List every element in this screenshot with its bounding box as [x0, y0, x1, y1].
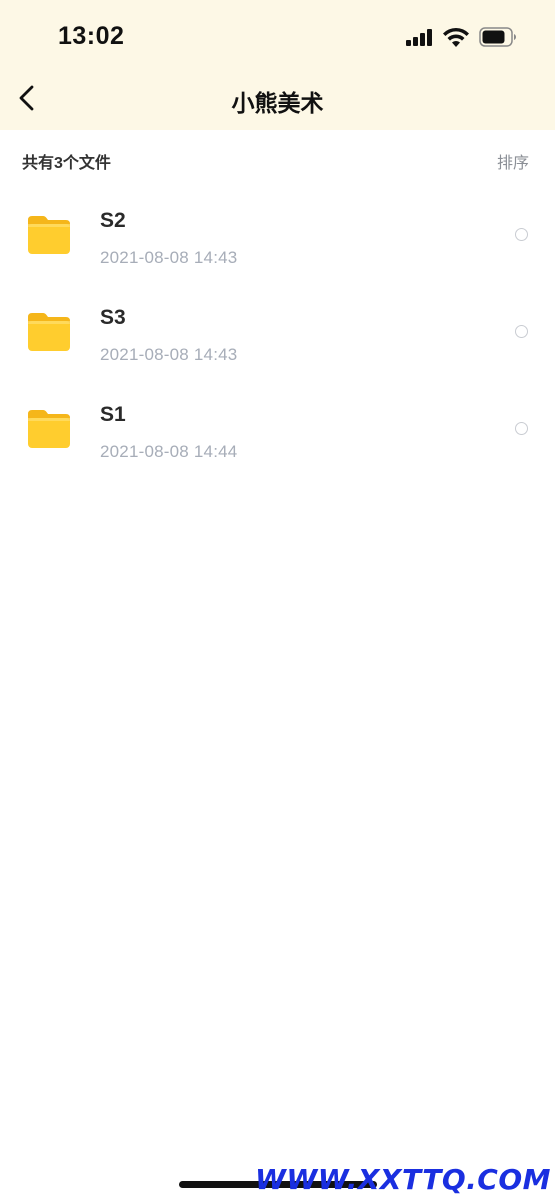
status-time: 13:02: [58, 22, 125, 50]
file-count: 共有3个文件: [22, 155, 111, 172]
sort-button[interactable]: 排序: [497, 149, 529, 173]
file-date: 2021-08-08 14:43: [100, 345, 238, 364]
watermark: WWW.XXTTQ.COM: [254, 1163, 551, 1196]
file-name: S1: [100, 403, 126, 426]
list-item[interactable]: S1 2021-08-08 14:44: [0, 381, 555, 478]
select-radio[interactable]: [515, 228, 528, 241]
page-title: 小熊美术: [231, 90, 324, 116]
battery-icon: [479, 27, 516, 47]
file-date: 2021-08-08 14:44: [100, 442, 238, 461]
file-name: S3: [100, 306, 126, 329]
select-radio[interactable]: [515, 422, 528, 435]
file-date: 2021-08-08 14:43: [100, 248, 238, 267]
folder-icon: [28, 313, 70, 351]
file-info-bar: 共有3个文件 排序: [0, 130, 555, 186]
folder-icon: [28, 216, 70, 254]
folder-icon: [28, 410, 70, 448]
list-item[interactable]: S2 2021-08-08 14:43: [0, 187, 555, 284]
list-item[interactable]: S3 2021-08-08 14:43: [0, 284, 555, 381]
navigation-bar: 小熊美术: [0, 74, 555, 130]
wifi-icon: [443, 27, 469, 47]
status-bar: 13:02: [0, 0, 555, 74]
cellular-signal-icon: [406, 29, 434, 46]
select-radio[interactable]: [515, 325, 528, 338]
file-list: S2 2021-08-08 14:43 S3 2021-08-08 14:43 …: [0, 187, 555, 478]
file-name: S2: [100, 209, 126, 232]
